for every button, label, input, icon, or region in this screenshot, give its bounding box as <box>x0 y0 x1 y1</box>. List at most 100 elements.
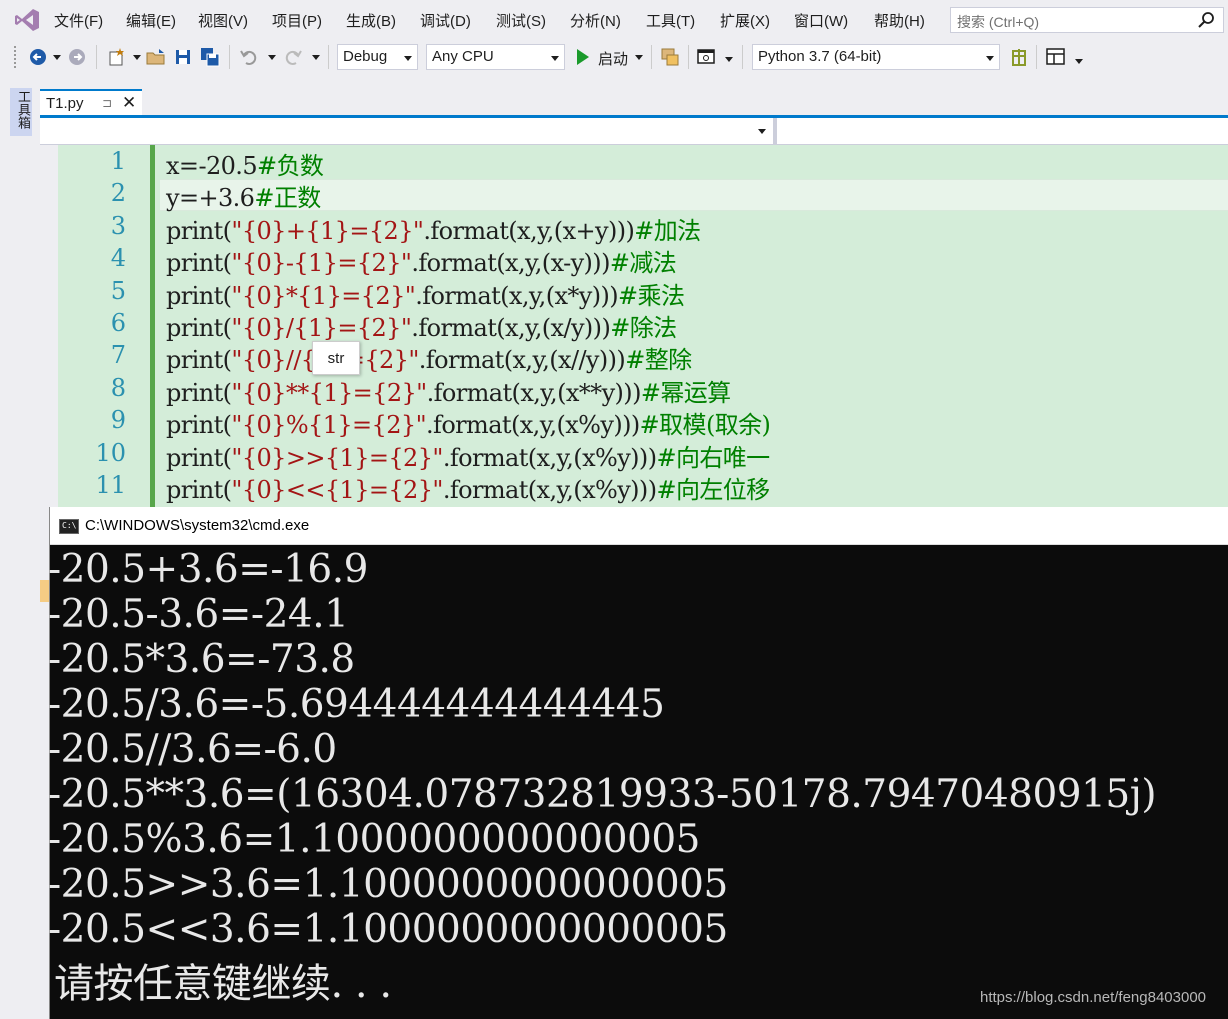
menu-tools[interactable]: 工具(T) <box>646 10 695 31</box>
code-line[interactable]: 11 print("{0}<<{1}={2}".format(x,y,(x%y))… <box>40 469 1228 504</box>
line-number: 2 <box>110 179 126 208</box>
console-title-bar[interactable]: C:\ C:\WINDOWS\system32\cmd.exe <box>50 507 1228 545</box>
code-text: print("{0}//{1}={2}".format(x,y,(x//y)))… <box>166 340 692 375</box>
layout-icon[interactable] <box>1045 46 1067 68</box>
navbar-divider <box>773 118 777 145</box>
close-tab-icon[interactable]: ✕ <box>122 93 136 113</box>
menu-edit[interactable]: 编辑(E) <box>126 10 176 31</box>
code-token: .format(x,y,(x//y))) <box>418 346 626 375</box>
new-dropdown-icon[interactable] <box>133 55 141 60</box>
tab-t1-py[interactable]: T1.py ⊐ ✕ <box>40 89 142 116</box>
code-token: .format(x,y,(x+y))) <box>423 216 635 245</box>
comment: #向右唯一 <box>656 443 770 472</box>
code-line[interactable]: 8 print("{0}**{1}={2}".format(x,y,(x**y))… <box>40 372 1228 407</box>
menu-window[interactable]: 窗口(W) <box>794 10 848 31</box>
line-number: 10 <box>95 438 126 467</box>
undo-icon[interactable] <box>238 46 260 68</box>
code-line[interactable]: 7 print("{0}//{1}={2}".format(x,y,(x//y))… <box>40 339 1228 374</box>
console-line: -20.5/3.6=-5.694444444444445 <box>48 682 665 727</box>
code-line[interactable]: 9 print("{0}%{1}={2}".format(x,y,(x%y)))#… <box>40 404 1228 439</box>
start-dropdown-icon <box>635 55 643 60</box>
code-token: x=-20.5 <box>166 152 258 180</box>
configuration-value: Debug <box>343 48 388 65</box>
chevron-down-icon <box>551 56 559 61</box>
menu-analyze[interactable]: 分析(N) <box>570 10 621 31</box>
cmd-console-window[interactable]: C:\ C:\WINDOWS\system32\cmd.exe -20.5+3.… <box>48 507 1228 1019</box>
start-debugging-button[interactable]: 启动 <box>574 46 644 68</box>
navigate-forward-icon[interactable] <box>66 46 88 68</box>
browser-dropdown-icon[interactable] <box>725 57 733 62</box>
environment-packages-icon[interactable] <box>1008 46 1030 68</box>
code-token: print( <box>166 443 232 472</box>
configuration-select[interactable]: Debug <box>337 44 418 70</box>
comment: #减法 <box>609 249 677 278</box>
scope-dropdown-icon[interactable] <box>758 129 766 134</box>
code-line[interactable]: 3 print("{0}+{1}={2}".format(x,y,(x+y)))#… <box>40 210 1228 245</box>
search-input[interactable]: 搜索 (Ctrl+Q) <box>950 7 1224 33</box>
string-literal: "{0}>>{1}={2}" <box>231 443 443 472</box>
toolbox-label: 工具箱 <box>16 90 31 129</box>
string-literal: "{0}/{1}={2}" <box>231 314 412 342</box>
menu-build[interactable]: 生成(B) <box>346 10 396 31</box>
save-icon[interactable] <box>172 46 194 68</box>
menu-file[interactable]: 文件(F) <box>54 10 103 31</box>
toolbox-tab[interactable]: 工具箱 <box>10 88 32 136</box>
redo-icon[interactable] <box>282 46 304 68</box>
redo-dropdown-icon[interactable] <box>312 55 320 60</box>
save-all-icon[interactable] <box>199 46 221 68</box>
platform-select[interactable]: Any CPU <box>426 44 565 70</box>
comment: #乘法 <box>618 281 685 310</box>
code-text: print("{0}*{1}={2}".format(x,y,(x*y)))#乘… <box>166 276 685 311</box>
menu-extensions[interactable]: 扩展(X) <box>720 10 770 31</box>
undo-dropdown-icon[interactable] <box>268 55 276 60</box>
code-line[interactable]: 6 print("{0}/{1}={2}".format(x,y,(x/y)))#… <box>40 307 1228 342</box>
navigation-bar[interactable] <box>40 118 1228 145</box>
new-project-icon[interactable] <box>106 46 128 68</box>
toolbar: Debug Any CPU 启动 Python 3.7 (64-bit) <box>0 40 1228 74</box>
code-token: .format(x,y,(x*y))) <box>415 281 619 310</box>
menu-debug[interactable]: 调试(D) <box>420 10 471 31</box>
toolbar-separator <box>688 45 689 69</box>
code-line[interactable]: 1 x=-20.5#负数 <box>40 145 1228 180</box>
menu-test[interactable]: 测试(S) <box>496 10 546 31</box>
code-editor[interactable]: 1 x=-20.5#负数 2 y=+3.6#正数 3 print("{0}+{1}={2}… <box>40 145 1228 507</box>
find-in-files-icon[interactable] <box>659 46 681 68</box>
toolbar-grip[interactable] <box>14 46 18 68</box>
python-environment-select[interactable]: Python 3.7 (64-bit) <box>752 44 1000 70</box>
code-token: y=+3.6 <box>166 184 255 213</box>
code-line[interactable]: 5 print("{0}*{1}={2}".format(x,y,(x*y)))#… <box>40 275 1228 310</box>
code-line[interactable]: 4 print("{0}-{1}={2}".format(x,y,(x-y)))#… <box>40 242 1228 277</box>
menu-view[interactable]: 视图(V) <box>198 10 248 31</box>
line-number: 7 <box>110 341 126 370</box>
code-line[interactable]: 2 y=+3.6#正数 <box>40 177 1228 213</box>
console-line: -20.5<<3.6=1.1000000000000005 <box>48 907 728 952</box>
navigate-back-icon[interactable] <box>27 46 49 68</box>
menu-help[interactable]: 帮助(H) <box>874 10 925 31</box>
pin-tab-icon[interactable]: ⊐ <box>102 96 112 110</box>
code-token: print( <box>166 378 232 407</box>
code-token: print( <box>166 314 232 342</box>
code-text: print("{0}<<{1}={2}".format(x,y,(x%y)))#… <box>166 470 770 505</box>
browser-window-icon[interactable] <box>695 46 717 68</box>
code-token: print( <box>166 346 232 375</box>
code-token: print( <box>166 281 232 310</box>
console-line: -20.5+3.6=-16.9 <box>48 547 368 592</box>
code-text: print("{0}-{1}={2}".format(x,y,(x-y)))#减… <box>166 243 677 278</box>
code-text: x=-20.5#负数 <box>166 146 324 181</box>
comment: #加法 <box>634 216 701 245</box>
menu-project[interactable]: 项目(P) <box>272 10 322 31</box>
layout-dropdown-icon[interactable] <box>1075 59 1083 64</box>
back-dropdown-icon[interactable] <box>53 55 61 60</box>
search-placeholder: 搜索 (Ctrl+Q) <box>957 14 1040 30</box>
platform-value: Any CPU <box>432 48 494 65</box>
type-tooltip: str <box>312 341 360 375</box>
code-text: print("{0}**{1}={2}".format(x,y,(x**y)))… <box>166 373 731 408</box>
play-icon <box>577 49 589 65</box>
line-number: 5 <box>110 276 126 305</box>
toolbar-separator <box>328 45 329 69</box>
comment: #正数 <box>254 184 321 213</box>
console-line: -20.5-3.6=-24.1 <box>48 592 349 637</box>
code-line[interactable]: 10 print("{0}>>{1}={2}".format(x,y,(x%y))… <box>40 437 1228 472</box>
open-file-icon[interactable] <box>145 46 167 68</box>
left-tool-strip <box>0 82 40 1019</box>
